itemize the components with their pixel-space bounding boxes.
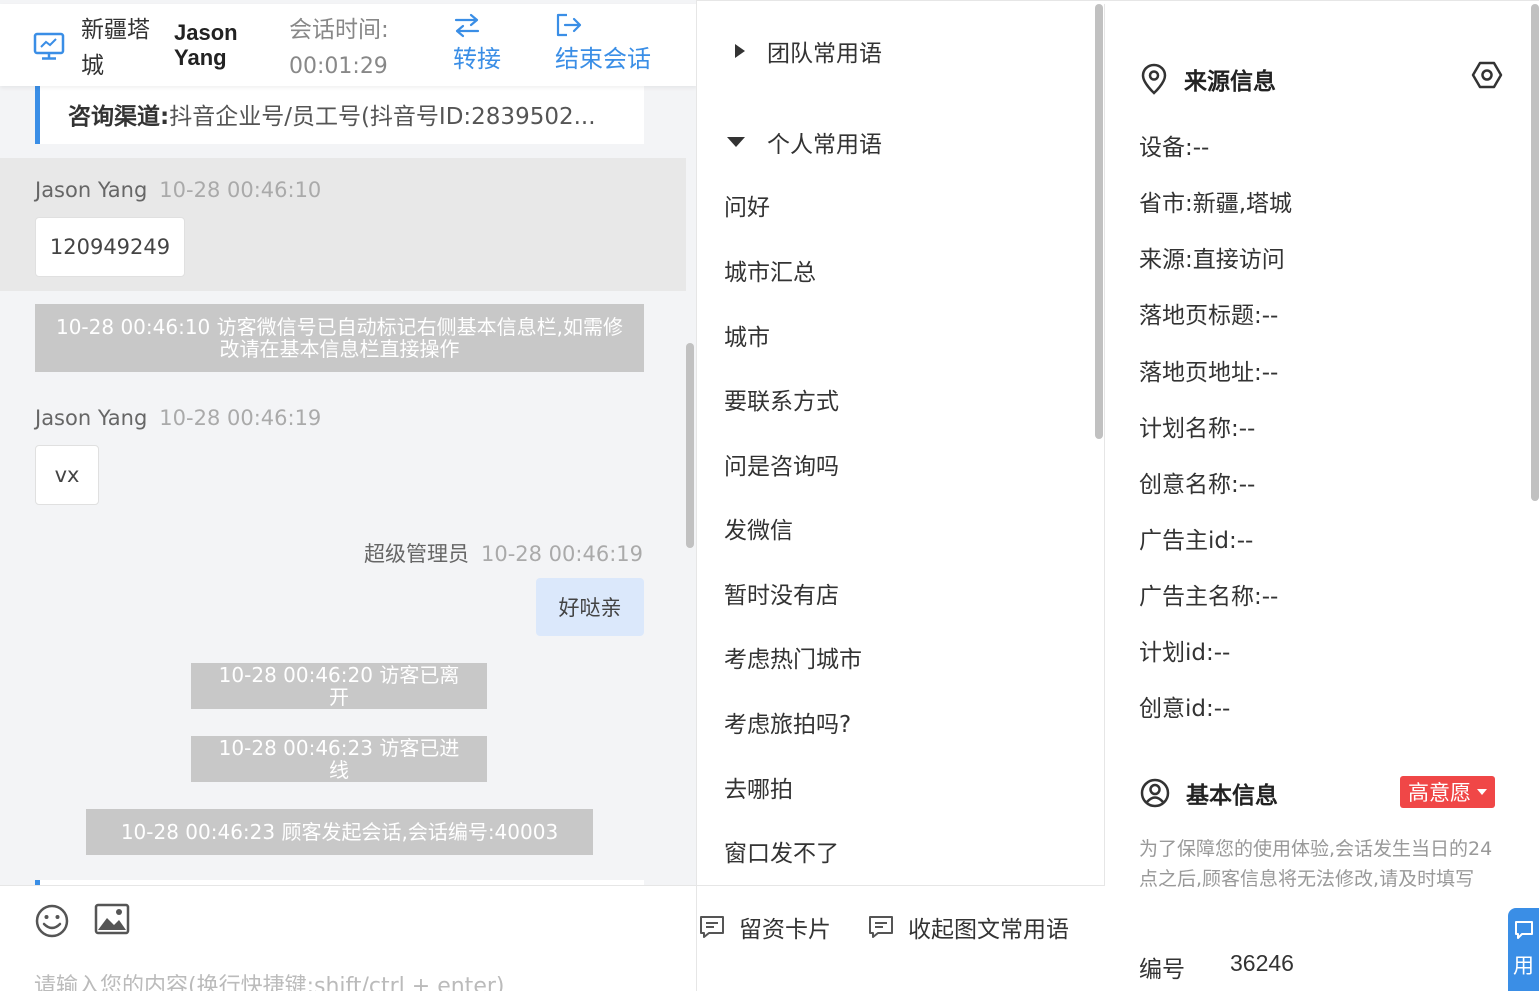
phrase-item[interactable]: 发微信 xyxy=(724,511,793,545)
message-time: 10-28 00:46:19 xyxy=(480,542,643,566)
phrases-toolbar: 留资卡片 收起图文常用语 xyxy=(697,885,1105,991)
logout-icon xyxy=(556,13,582,37)
system-message: 10-28 00:46:10 访客微信号已自动标记右侧基本信息栏,如需修改请在基… xyxy=(35,304,644,372)
chat-header: 新疆塔城 Jason Yang 会话时间: 00:01:29 转接 结束会话 xyxy=(0,4,696,86)
phrase-item[interactable]: 考虑热门城市 xyxy=(724,640,862,674)
message-icon xyxy=(700,916,724,938)
visitor-name: Jason Yang xyxy=(174,20,238,70)
location-pin-icon xyxy=(1141,63,1167,95)
info-landing-title: 落地页标题:-- xyxy=(1139,303,1279,329)
system-message: 10-28 00:46:20 访客已离开 xyxy=(191,663,487,709)
visitor-info-panel: 来源信息 设备:-- 省市:新疆,塔城 来源:直接访问 落地页标题:-- 落地页… xyxy=(1105,4,1539,991)
message-input[interactable]: 请输入您的内容(换行快捷键:shift/ctrl + enter) xyxy=(34,968,504,991)
message-bubble[interactable]: vx xyxy=(35,445,99,505)
chat-bubble-icon xyxy=(1514,921,1533,939)
phrase-item[interactable]: 城市 xyxy=(724,318,770,352)
consult-channel: 咨询渠道: 抖音企业号/员工号(抖音号ID:2839502... xyxy=(35,84,644,144)
end-session-label: 结束会话 xyxy=(555,45,651,73)
message-sender: 超级管理员 10-28 00:46:19 xyxy=(364,538,643,568)
message-sender: Jason Yang 10-28 00:46:10 xyxy=(35,178,321,202)
phrase-item[interactable]: 问好 xyxy=(724,188,770,222)
leave-card-button[interactable]: 留资卡片 xyxy=(699,910,831,944)
session-time-value: 00:01:29 xyxy=(289,54,388,79)
sender-name: Jason Yang xyxy=(35,406,148,430)
transfer-button[interactable]: 转接 xyxy=(453,12,501,76)
edit-notice: 为了保障您的使用体验,会话发生当日的24点之后,顾客信息将无法修改,请及时填写 xyxy=(1139,838,1493,890)
transfer-label: 转接 xyxy=(453,45,501,73)
floating-side-tab[interactable]: 用 xyxy=(1508,908,1539,991)
info-advertiser-name: 广告主名称:-- xyxy=(1139,584,1279,610)
phrase-item[interactable]: 考虑旅拍吗? xyxy=(724,705,851,739)
message-time: 10-28 00:46:10 xyxy=(159,178,322,202)
monitor-icon xyxy=(33,32,65,60)
system-message: 10-28 00:46:23 访客已进线 xyxy=(191,736,487,782)
message-sender: Jason Yang 10-28 00:46:19 xyxy=(35,406,321,430)
visitor-location: 新疆塔城 xyxy=(81,17,150,79)
id-value: 36246 xyxy=(1230,950,1294,976)
info-scrollbar[interactable] xyxy=(1531,4,1539,501)
id-label: 编号 xyxy=(1139,957,1185,983)
source-info-label: 来源信息 xyxy=(1184,69,1276,95)
personal-phrases-group[interactable]: 个人常用语 xyxy=(727,125,882,159)
phrase-item[interactable]: 城市汇总 xyxy=(724,253,816,287)
message-time: 10-28 00:46:19 xyxy=(159,406,322,430)
message-bubble[interactable]: 120949249 xyxy=(35,217,185,277)
collapse-phrases-button[interactable]: 收起图文常用语 xyxy=(868,910,1069,944)
end-session-button[interactable]: 结束会话 xyxy=(555,12,651,76)
phrase-item[interactable]: 暂时没有店 xyxy=(724,576,839,610)
image-icon[interactable] xyxy=(94,903,130,935)
leave-card-label: 留资卡片 xyxy=(739,917,831,943)
caret-down-icon xyxy=(727,137,745,147)
team-phrases-group[interactable]: 团队常用语 xyxy=(727,34,882,68)
message-icon xyxy=(869,916,893,938)
sender-name: Jason Yang xyxy=(35,178,148,202)
emoji-icon[interactable] xyxy=(34,903,70,939)
phrase-item[interactable]: 问是咨询吗 xyxy=(724,447,839,481)
input-area: 请输入您的内容(换行快捷键:shift/ctrl + enter) xyxy=(0,885,696,991)
channel-value: 抖音企业号/员工号(抖音号ID:2839502... xyxy=(169,104,596,130)
phrase-item[interactable]: 窗口发不了 xyxy=(724,834,839,868)
agent-message-bubble[interactable]: 好哒亲 xyxy=(536,578,644,636)
info-source: 来源:直接访问 xyxy=(1139,247,1285,273)
caret-right-icon xyxy=(735,44,745,58)
info-plan-id: 计划id:-- xyxy=(1139,640,1231,666)
info-device: 设备:-- xyxy=(1139,135,1210,161)
collapse-phrases-label: 收起图文常用语 xyxy=(908,917,1069,943)
swap-icon xyxy=(454,13,480,38)
info-creative-name: 创意名称:-- xyxy=(1139,472,1256,498)
phrases-scrollbar[interactable] xyxy=(1095,4,1103,439)
system-message: 10-28 00:46:23 顾客发起会话,会话编号:40003 xyxy=(86,809,593,855)
info-plan-name: 计划名称:-- xyxy=(1139,416,1256,442)
phrase-item[interactable]: 要联系方式 xyxy=(724,382,839,416)
team-phrases-label: 团队常用语 xyxy=(767,41,882,67)
caret-down-icon xyxy=(1477,789,1487,795)
floating-tab-label: 用 xyxy=(1513,954,1534,978)
source-info-title: 来源信息 xyxy=(1140,62,1276,96)
basic-info-title: 基本信息 xyxy=(1140,776,1278,810)
info-province: 省市:新疆,塔城 xyxy=(1139,191,1293,217)
settings-icon[interactable] xyxy=(1471,60,1503,90)
info-landing-url: 落地页地址:-- xyxy=(1139,360,1279,386)
basic-info-label: 基本信息 xyxy=(1186,783,1278,809)
intent-dropdown[interactable]: 高意愿 xyxy=(1400,776,1495,808)
intent-label: 高意愿 xyxy=(1408,781,1471,805)
info-advertiser-id: 广告主id:-- xyxy=(1139,528,1254,554)
chat-scrollbar[interactable] xyxy=(686,343,694,548)
info-creative-id: 创意id:-- xyxy=(1139,696,1231,722)
session-time-label: 会话时间: xyxy=(289,17,389,43)
channel-label: 咨询渠道: xyxy=(68,104,170,130)
sender-name: 超级管理员 xyxy=(363,542,469,566)
user-circle-icon xyxy=(1140,778,1170,808)
personal-phrases-label: 个人常用语 xyxy=(767,132,882,158)
phrase-item[interactable]: 去哪拍 xyxy=(724,770,793,804)
phrases-panel: 团队常用语 个人常用语 问好 城市汇总 城市 要联系方式 问是咨询吗 发微信 暂… xyxy=(697,4,1105,991)
chat-panel: 新疆塔城 Jason Yang 会话时间: 00:01:29 转接 结束会话 咨… xyxy=(0,0,697,991)
